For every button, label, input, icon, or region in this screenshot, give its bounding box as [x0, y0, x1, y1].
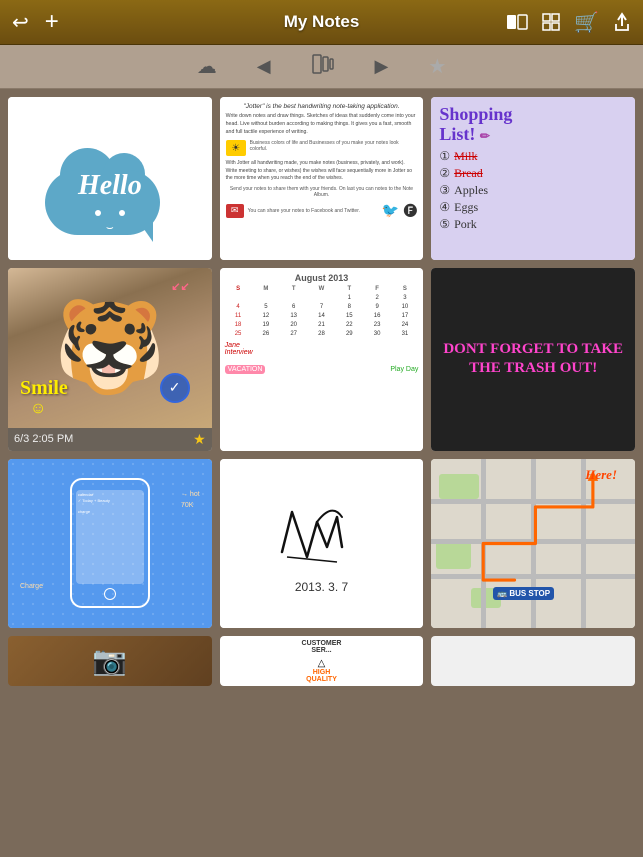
- signature-drawing: [262, 492, 382, 572]
- add-icon[interactable]: +: [45, 8, 59, 36]
- phone-sketch-labels-left: Charge: [20, 583, 43, 590]
- note-4-star: ★: [193, 431, 206, 448]
- view-single-icon[interactable]: [506, 14, 528, 30]
- note-partial-c[interactable]: [431, 636, 635, 686]
- calendar-annotations: JaneInterview VACATION Play Day: [225, 342, 419, 373]
- calendar-month: August 2013: [225, 273, 419, 283]
- app-title: My Notes: [284, 12, 360, 32]
- note-partial-a[interactable]: 📷: [8, 636, 212, 686]
- note-handwriting[interactable]: "Jotter" is the best handwriting note-ta…: [220, 97, 424, 260]
- topbar-left-buttons: ↩ +: [12, 8, 59, 36]
- note-partial-b[interactable]: CUSTOMERSER... △ HIGHQUALITY: [220, 636, 424, 686]
- note-tiger-photo[interactable]: 🐯 Smile ☺ ↙↙ ✓ 6/3 2:05 PM ★: [8, 268, 212, 451]
- prev-nav-icon[interactable]: ◀: [257, 56, 271, 77]
- secondary-toolbar: ☁ ◀ ▶ ★: [0, 45, 643, 89]
- blue-circle-annotation: ✓: [160, 373, 190, 403]
- bus-stop-sign: 🚌BUS STOP: [493, 587, 554, 600]
- cloud-sync-icon[interactable]: ☁: [197, 54, 217, 79]
- note-4-footer: 6/3 2:05 PM ★: [8, 428, 212, 451]
- tiger-annotation: ↙↙: [171, 280, 189, 293]
- grid-row-4-partial: 📷 CUSTOMERSER... △ HIGHQUALITY: [8, 636, 635, 686]
- star-filter-icon[interactable]: ★: [428, 54, 446, 79]
- signature-date: 2013. 3. 7: [295, 580, 348, 594]
- gallery-view-icon[interactable]: [311, 53, 335, 80]
- notes-grid: Hello ⌣ 12/17 2:47 PM "Jotter" is the be…: [0, 89, 643, 857]
- top-navigation-bar: ↩ + My Notes 🛒: [0, 0, 643, 45]
- phone-sketch-drawing: calendar✓ Today + Beautycharge: [70, 478, 150, 608]
- note-shopping-list[interactable]: ShoppingList! ✏ ①Milk ②Bread ③Apples ④Eg…: [431, 97, 635, 260]
- note-calendar[interactable]: August 2013 S M T W T F S 123 45678910 1…: [220, 268, 424, 451]
- smile-text: Smile: [20, 377, 68, 400]
- grid-row-1: Hello ⌣ 12/17 2:47 PM "Jotter" is the be…: [8, 97, 635, 260]
- note-phone-sketch[interactable]: calendar✓ Today + Beautycharge → hot70K …: [8, 459, 212, 628]
- dont-forget-text: DONT FORGET TO TAKE THE TRASH OUT!: [439, 340, 627, 379]
- view-grid-icon[interactable]: [542, 13, 560, 31]
- note-4-timestamp: 6/3 2:05 PM: [14, 433, 73, 445]
- share-icon[interactable]: [613, 12, 631, 32]
- shopping-items: ①Milk ②Bread ③Apples ④Eggs ⑤Pork: [439, 149, 627, 232]
- note-hello-cloud[interactable]: Hello ⌣ 12/17 2:47 PM: [8, 97, 212, 260]
- calendar-grid: S M T W T F S 123 45678910 1112131415161…: [225, 285, 419, 338]
- back-icon[interactable]: ↩: [12, 10, 29, 35]
- note-signature[interactable]: 2013. 3. 7 3/7 3:10 PM: [220, 459, 424, 628]
- smile-face: ☺: [30, 400, 46, 418]
- grid-row-3: calendar✓ Today + Beautycharge → hot70K …: [8, 459, 635, 628]
- topbar-right-buttons: 🛒: [506, 10, 631, 35]
- shop-icon[interactable]: 🛒: [574, 10, 599, 35]
- phone-sketch-labels-right: → hot70K: [181, 489, 200, 511]
- note-dont-forget[interactable]: DONT FORGET TO TAKE THE TRASH OUT! 12/17…: [431, 268, 635, 451]
- here-label: Here!: [585, 467, 617, 483]
- next-nav-icon[interactable]: ▶: [375, 56, 389, 77]
- note-map[interactable]: Here! 🚌BUS STOP 3/6 12:26 PM ★: [431, 459, 635, 628]
- shopping-title: ShoppingList! ✏: [439, 105, 627, 145]
- grid-row-2: 🐯 Smile ☺ ↙↙ ✓ 6/3 2:05 PM ★ August 2013…: [8, 268, 635, 451]
